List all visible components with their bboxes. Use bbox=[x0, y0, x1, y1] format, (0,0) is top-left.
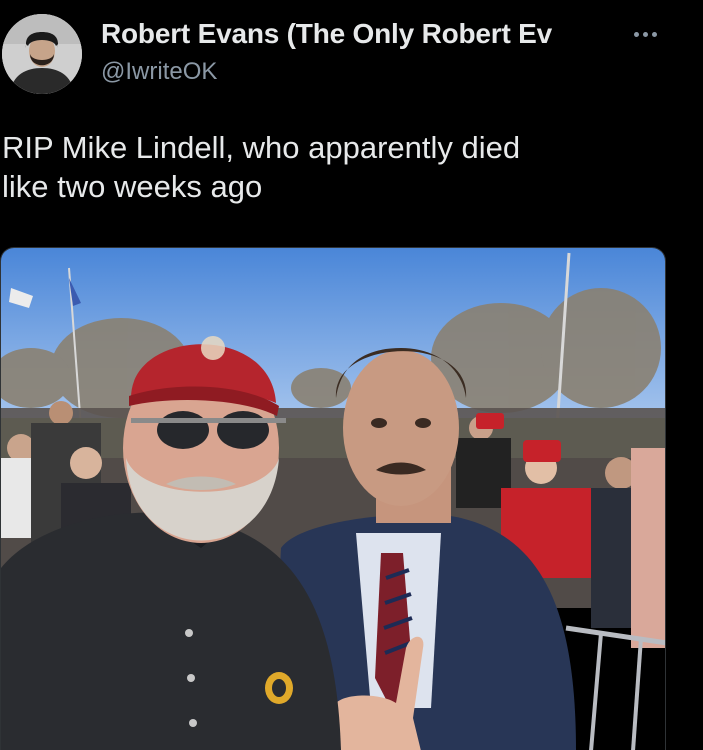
tweet-text: RIP Mike Lindell, who apparently died li… bbox=[2, 128, 692, 206]
tweet-photo[interactable] bbox=[0, 247, 666, 750]
author-handle[interactable]: @IwriteOK bbox=[101, 58, 217, 86]
tweet-text-line: like two weeks ago bbox=[2, 169, 263, 204]
rally-selfie-photo bbox=[1, 248, 665, 750]
more-options-button[interactable] bbox=[625, 22, 665, 46]
tweet-text-line: RIP Mike Lindell, who apparently died bbox=[2, 130, 521, 165]
tweet-header: Robert Evans (The Only Robert Ev @Iwrite… bbox=[0, 0, 703, 110]
more-horizontal-icon bbox=[633, 31, 639, 37]
user-avatar-icon bbox=[2, 14, 82, 94]
avatar[interactable] bbox=[2, 14, 82, 94]
author-display-name[interactable]: Robert Evans (The Only Robert Ev bbox=[101, 18, 601, 50]
